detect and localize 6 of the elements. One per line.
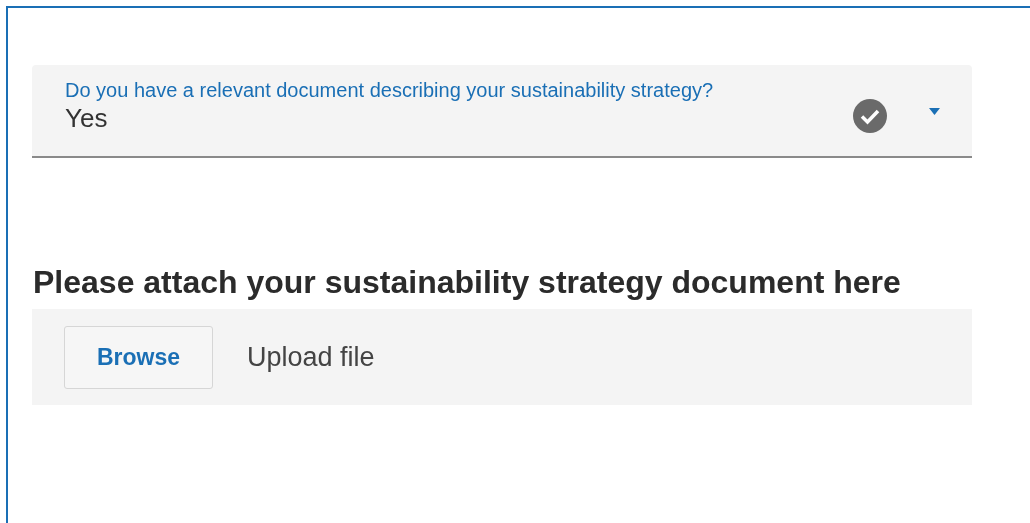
browse-button[interactable]: Browse <box>64 325 213 389</box>
field-label: Do you have a relevant document describing your sustainability strategy? <box>65 79 715 101</box>
dropdown-field[interactable]: Do you have a relevant document describing your sustainability strategy? Yes <box>32 65 972 158</box>
selected-value: Yes <box>65 103 109 133</box>
caret-icon <box>929 108 940 115</box>
section-heading: Please attach your sustainability strategy document here <box>33 266 901 298</box>
